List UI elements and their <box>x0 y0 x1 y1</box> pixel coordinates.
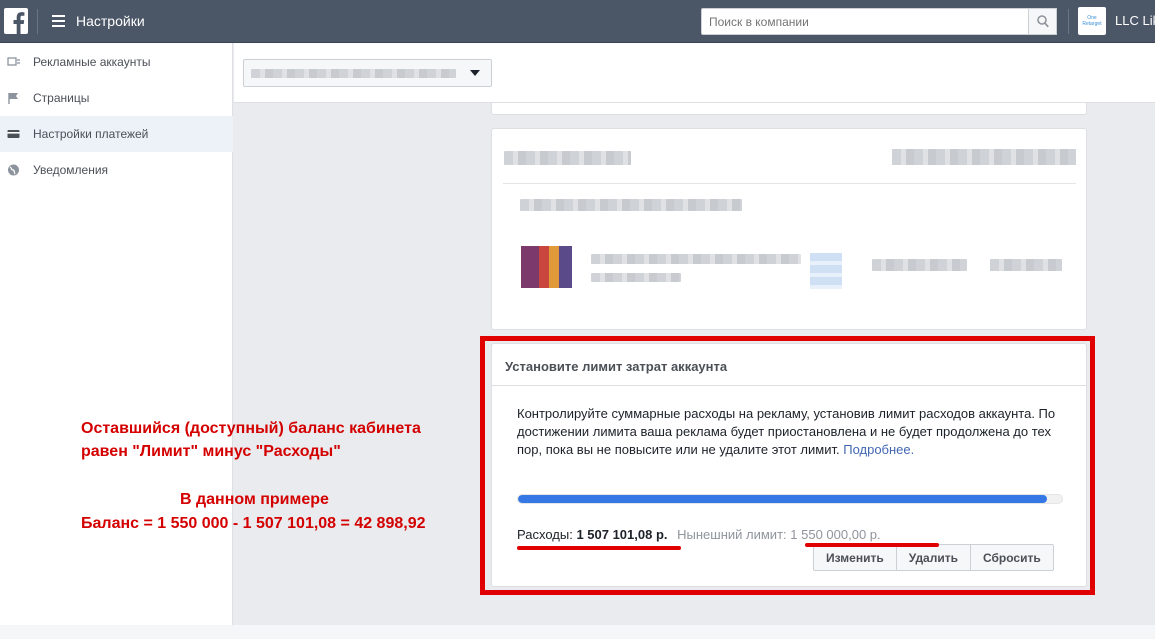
search-button[interactable] <box>1028 8 1057 35</box>
credit-card-icon <box>7 130 20 138</box>
business-name[interactable]: LLC Lik <box>1115 13 1155 28</box>
top-navigation-bar: Настройки One Retarget LLC Lik <box>0 0 1155 43</box>
business-logo[interactable]: One Retarget <box>1078 7 1106 35</box>
annotation-line-1: Оставшийся (доступный) баланс кабинета <box>81 420 421 437</box>
divider <box>492 385 1086 386</box>
account-dropdown[interactable] <box>243 59 492 87</box>
globe-icon <box>8 164 19 176</box>
divider <box>1068 9 1069 34</box>
ad-accounts-icon <box>7 57 20 66</box>
redacted-text <box>591 254 801 264</box>
sidebar: Рекламные аккаунты Страницы Настройки пл… <box>0 43 233 625</box>
sidebar-item-label: Уведомления <box>33 163 109 177</box>
divider <box>37 9 38 34</box>
current-limit-value: 1 550 000,00 р. <box>790 527 881 542</box>
redacted-text <box>892 149 1076 165</box>
flag-icon <box>8 93 18 104</box>
page-title: Настройки <box>76 13 145 29</box>
sidebar-item-label: Настройки платежей <box>33 127 149 141</box>
account-selector-bar <box>234 43 1155 103</box>
redacted-text <box>520 199 742 211</box>
page-bottom <box>0 625 1155 639</box>
hamburger-menu-icon[interactable] <box>52 15 65 27</box>
spending-progress-fill <box>518 495 1047 503</box>
annotation-underline-spend <box>517 546 681 550</box>
sidebar-item-payment-settings[interactable]: Настройки платежей <box>0 116 233 152</box>
redacted-text <box>872 259 967 271</box>
limit-actions: Изменить Удалить Сбросить <box>813 544 1054 571</box>
sidebar-item-label: Страницы <box>33 91 90 105</box>
search-input[interactable] <box>701 8 1057 35</box>
spending-limit-card: Установите лимит затрат аккаунта Контрол… <box>491 343 1087 587</box>
facebook-logo-icon[interactable] <box>4 8 28 34</box>
sidebar-item-notifications[interactable]: Уведомления <box>0 152 233 188</box>
divider <box>503 183 1076 184</box>
delete-limit-button[interactable]: Удалить <box>896 544 971 571</box>
annotation-line-4: Баланс = 1 550 000 - 1 507 101,08 = 42 8… <box>81 515 426 532</box>
chevron-down-icon <box>470 70 480 76</box>
spending-limit-title: Установите лимит затрат аккаунта <box>505 359 728 374</box>
spending-summary: Расходы: 1 507 101,08 р. Нынешний лимит:… <box>517 527 881 542</box>
spend-value: 1 507 101,08 р. <box>576 527 668 542</box>
sidebar-item-label: Рекламные аккаунты <box>33 55 151 69</box>
spending-progress-bar <box>517 494 1063 504</box>
redacted-text <box>591 273 681 282</box>
redacted-account-name <box>251 69 456 78</box>
redacted-link <box>810 253 842 289</box>
annotation-line-3: В данном примере <box>180 491 329 508</box>
learn-more-link[interactable]: Подробнее. <box>843 442 914 457</box>
change-limit-button[interactable]: Изменить <box>813 544 897 571</box>
sidebar-item-pages[interactable]: Страницы <box>0 80 233 116</box>
spending-limit-description: Контролируйте суммарные расходы на рекла… <box>517 405 1062 459</box>
redacted-image <box>521 246 572 288</box>
sidebar-item-ad-accounts[interactable]: Рекламные аккаунты <box>0 44 233 80</box>
panel-bottom-edge <box>491 103 1087 115</box>
annotation-underline-limit <box>805 543 939 547</box>
redacted-text <box>504 151 631 165</box>
annotation-line-2: равен "Лимит" минус "Расходы" <box>81 443 341 460</box>
payment-method-panel-redacted <box>491 128 1087 330</box>
redacted-text <box>990 259 1062 271</box>
main-content: Установите лимит затрат аккаунта Контрол… <box>234 43 1155 625</box>
search-icon <box>1037 15 1049 28</box>
current-limit-label: Нынешний лимит: <box>677 527 787 542</box>
description-text: Контролируйте суммарные расходы на рекла… <box>517 406 1056 457</box>
spend-label: Расходы: <box>517 527 573 542</box>
reset-limit-button[interactable]: Сбросить <box>971 544 1054 571</box>
